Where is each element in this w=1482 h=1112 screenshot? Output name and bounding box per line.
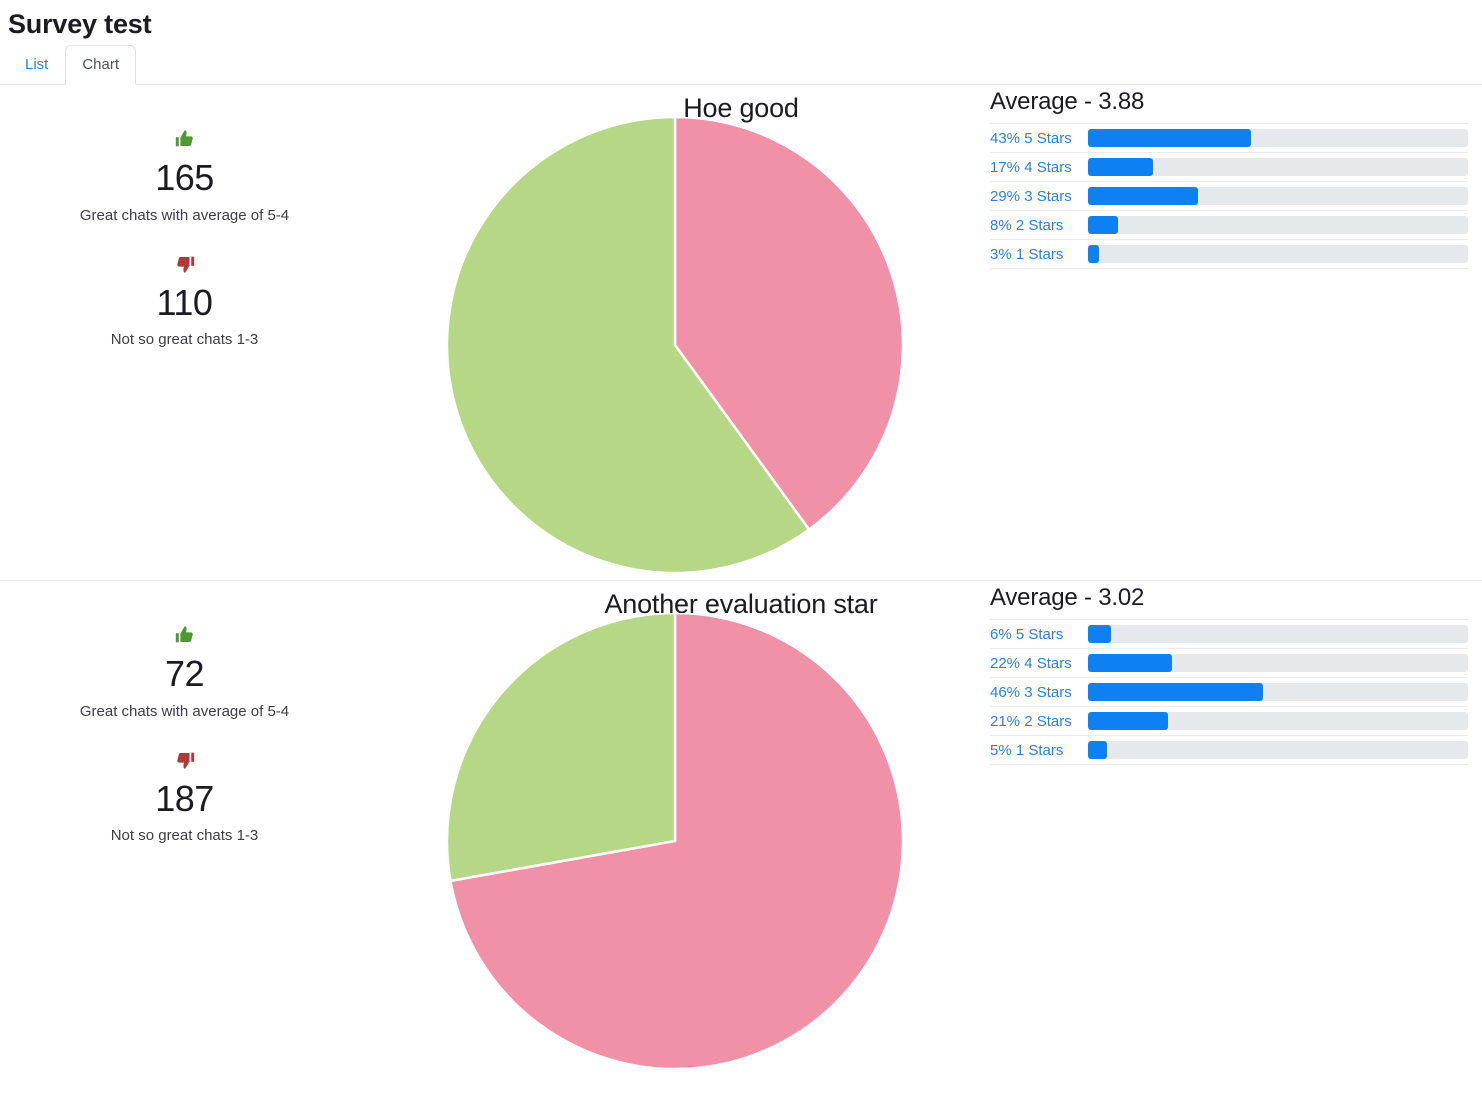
rating-row-label[interactable]: 5% 1 Stars xyxy=(990,736,1088,765)
rating-row: 29% 3 Stars xyxy=(990,181,1468,211)
rating-bar-track xyxy=(1088,654,1468,673)
rating-bar-cell xyxy=(1088,678,1468,707)
rating-bar-cell xyxy=(1088,153,1468,182)
thumbs-up-icon xyxy=(42,621,327,647)
rating-rows: 6% 5 Stars 22% 4 Stars 46% 3 Stars 21% 2 St… xyxy=(990,619,1468,765)
rating-row-label[interactable]: 17% 4 Stars xyxy=(990,153,1088,182)
positive-caption: Great chats with average of 5-4 xyxy=(79,206,290,224)
pie-slices xyxy=(445,612,905,1071)
tab-bar: List Chart xyxy=(0,44,1482,86)
rating-row: 17% 4 Stars xyxy=(990,152,1468,182)
rating-bar-track xyxy=(1088,245,1468,264)
rating-rows: 43% 5 Stars 17% 4 Stars 29% 3 Stars 8% 2 St… xyxy=(990,123,1468,269)
stats-column: 165 Great chats with average of 5-4 110 … xyxy=(42,125,327,374)
rating-row-label[interactable]: 29% 3 Stars xyxy=(990,182,1088,211)
page-title: Survey test xyxy=(8,9,152,39)
rating-row: 5% 1 Stars xyxy=(990,735,1468,765)
rating-bar-track xyxy=(1088,741,1468,760)
rating-bar-cell xyxy=(1088,240,1468,269)
rating-row: 46% 3 Stars xyxy=(990,677,1468,707)
rating-bar-cell xyxy=(1088,620,1468,649)
rating-bar-cell xyxy=(1088,736,1468,765)
rating-row: 43% 5 Stars xyxy=(990,123,1468,153)
thumbs-down-icon xyxy=(42,250,327,276)
positive-caption: Great chats with average of 5-4 xyxy=(79,702,290,720)
rating-bar-track xyxy=(1088,158,1468,177)
rating-row-label[interactable]: 8% 2 Stars xyxy=(990,211,1088,240)
rating-row: 22% 4 Stars xyxy=(990,648,1468,678)
rating-bar-cell xyxy=(1088,649,1468,678)
negative-stat-block: 110 Not so great chats 1-3 xyxy=(42,250,327,350)
rating-row-label[interactable]: 43% 5 Stars xyxy=(990,124,1088,153)
pie-chart-1 xyxy=(440,116,910,582)
pie-slice-positive[interactable] xyxy=(445,612,677,883)
survey-question-section-1: Hoe good 165 Great chats with average of… xyxy=(0,85,1482,580)
stats-column: 72 Great chats with average of 5-4 187 N… xyxy=(42,621,327,870)
rating-bar-cell xyxy=(1088,182,1468,211)
pie-chart-2 xyxy=(440,612,910,1078)
rating-row-label[interactable]: 22% 4 Stars xyxy=(990,649,1088,678)
rating-bar-track xyxy=(1088,625,1468,644)
rating-row-label[interactable]: 46% 3 Stars xyxy=(990,678,1088,707)
pie-slices xyxy=(445,116,905,575)
rating-bar-cell xyxy=(1088,124,1468,153)
rating-bar-fill xyxy=(1088,625,1111,644)
rating-bar-track xyxy=(1088,129,1468,148)
rating-row: 21% 2 Stars xyxy=(990,706,1468,736)
rating-bar-fill xyxy=(1088,187,1199,206)
negative-caption: Not so great chats 1-3 xyxy=(110,331,259,349)
rating-bar-fill xyxy=(1088,683,1263,702)
positive-count: 165 xyxy=(155,157,214,199)
rating-bar-fill xyxy=(1088,245,1100,264)
rating-bar-fill xyxy=(1088,216,1119,235)
rating-bar-cell xyxy=(1088,211,1468,240)
average-title: Average - 3.02 xyxy=(990,584,1145,612)
tab-list[interactable]: List xyxy=(8,45,65,86)
thumbs-up-icon xyxy=(42,125,327,151)
negative-count: 110 xyxy=(156,281,213,323)
average-panel-2: Average - 3.02 6% 5 Stars 22% 4 Stars 46% … xyxy=(990,583,1468,765)
negative-count: 187 xyxy=(155,777,214,819)
rating-bar-track xyxy=(1088,683,1468,702)
rating-bar-track xyxy=(1088,187,1468,206)
negative-stat-block: 187 Not so great chats 1-3 xyxy=(42,746,327,846)
rating-bar-fill xyxy=(1088,712,1168,731)
thumbs-down-icon xyxy=(42,746,327,772)
rating-row: 8% 2 Stars xyxy=(990,210,1468,240)
rating-row: 3% 1 Stars xyxy=(990,239,1468,269)
rating-bar-fill xyxy=(1088,741,1107,760)
positive-count: 72 xyxy=(164,653,205,695)
average-title: Average - 3.88 xyxy=(990,88,1145,116)
rating-row-label[interactable]: 3% 1 Stars xyxy=(990,240,1088,269)
average-panel-1: Average - 3.88 43% 5 Stars 17% 4 Stars 29%… xyxy=(990,87,1468,269)
pie-chart-svg xyxy=(445,612,905,1071)
rating-row-label[interactable]: 21% 2 Stars xyxy=(990,707,1088,736)
positive-stat-block: 165 Great chats with average of 5-4 xyxy=(42,125,327,225)
rating-breakdown-table: 6% 5 Stars 22% 4 Stars 46% 3 Stars 21% 2 St… xyxy=(990,619,1468,765)
rating-row-label[interactable]: 6% 5 Stars xyxy=(990,620,1088,649)
negative-caption: Not so great chats 1-3 xyxy=(110,827,259,845)
rating-bar-fill xyxy=(1088,158,1153,177)
rating-bar-fill xyxy=(1088,129,1252,148)
rating-row: 6% 5 Stars xyxy=(990,619,1468,649)
pie-chart-svg xyxy=(445,116,905,575)
rating-breakdown-table: 43% 5 Stars 17% 4 Stars 29% 3 Stars 8% 2 St… xyxy=(990,123,1468,269)
rating-bar-track xyxy=(1088,712,1468,731)
survey-question-section-2: Another evaluation star 72 Great chats w… xyxy=(0,580,1482,1075)
tab-chart[interactable]: Chart xyxy=(65,44,137,86)
rating-bar-track xyxy=(1088,216,1468,235)
rating-bar-fill xyxy=(1088,654,1172,673)
positive-stat-block: 72 Great chats with average of 5-4 xyxy=(42,621,327,721)
rating-bar-cell xyxy=(1088,707,1468,736)
